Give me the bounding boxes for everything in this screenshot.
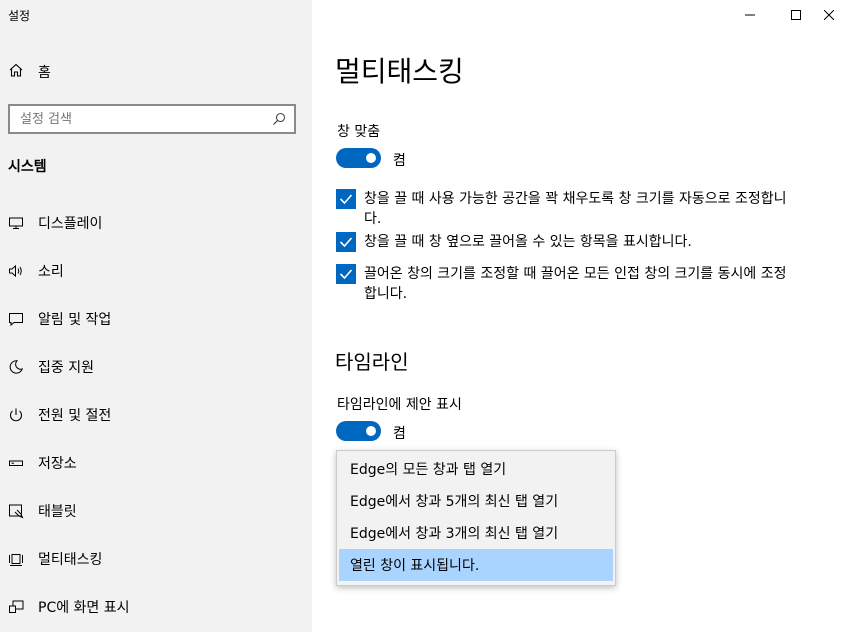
sidebar-item-label: 소리 bbox=[38, 264, 64, 280]
sidebar: 설정 홈 시스템 디스플레이 소리 알림 및 작업 집중 지원 bbox=[0, 0, 312, 632]
app-title: 설정 bbox=[8, 9, 31, 23]
sidebar-item-label: PC에 화면 표시 bbox=[38, 600, 130, 616]
edge-tabs-dropdown[interactable]: Edge의 모든 창과 탭 열기 Edge에서 창과 5개의 최신 탭 열기 E… bbox=[336, 450, 616, 586]
sidebar-item-label: 전원 및 절전 bbox=[38, 408, 112, 424]
sidebar-item-label: 저장소 bbox=[38, 456, 77, 472]
page-title: 멀티태스킹 bbox=[335, 55, 464, 88]
sidebar-section-title: 시스템 bbox=[8, 159, 47, 175]
timeline-toggle[interactable] bbox=[336, 421, 381, 441]
dropdown-option[interactable]: Edge에서 창과 3개의 최신 탭 열기 bbox=[339, 517, 613, 549]
sidebar-item-label: 알림 및 작업 bbox=[38, 312, 112, 328]
snap-toggle-state: 켬 bbox=[393, 153, 406, 169]
timeline-toggle-state: 켬 bbox=[393, 426, 406, 442]
timeline-label: 타임라인에 제안 표시 bbox=[337, 397, 462, 413]
snap-option-checkbox[interactable] bbox=[336, 189, 356, 209]
sidebar-item-label: 멀티태스킹 bbox=[38, 552, 103, 568]
snap-toggle[interactable] bbox=[336, 148, 381, 168]
notification-icon bbox=[8, 311, 24, 327]
moon-icon bbox=[8, 359, 24, 375]
maximize-icon bbox=[791, 10, 801, 20]
search-box[interactable] bbox=[8, 104, 296, 134]
snap-option-text: 창을 끌 때 사용 가능한 공간을 꽉 채우도록 창 크기를 자동으로 조정합니… bbox=[364, 191, 787, 227]
sidebar-item-focus-assist[interactable]: 집중 지원 bbox=[0, 347, 312, 387]
sidebar-item-label: 디스플레이 bbox=[38, 216, 103, 232]
sidebar-item-label: 집중 지원 bbox=[38, 360, 94, 376]
checkmark-icon bbox=[339, 237, 353, 248]
storage-icon bbox=[8, 455, 24, 471]
search-input[interactable] bbox=[10, 106, 260, 132]
snap-option-row[interactable]: 끌어온 창의 크기를 조정할 때 끌어온 모든 인접 창의 크기를 동시에 조정… bbox=[336, 264, 796, 304]
dropdown-option-selected[interactable]: 열린 창이 표시됩니다. bbox=[339, 549, 613, 581]
snap-option-text: 창을 끌 때 창 옆으로 끌어올 수 있는 항목을 표시합니다. bbox=[364, 234, 692, 250]
timeline-title: 타임라인 bbox=[335, 350, 409, 374]
sidebar-item-project[interactable]: PC에 화면 표시 bbox=[0, 587, 312, 627]
close-button[interactable] bbox=[806, 0, 852, 30]
dropdown-option[interactable]: Edge에서 창과 5개의 최신 탭 열기 bbox=[339, 485, 613, 517]
snap-option-text: 끌어온 창의 크기를 조정할 때 끌어온 모든 인접 창의 크기를 동시에 조정… bbox=[364, 266, 787, 302]
snap-option-row[interactable]: 창을 끌 때 창 옆으로 끌어올 수 있는 항목을 표시합니다. bbox=[336, 232, 796, 252]
sidebar-item-tablet[interactable]: 태블릿 bbox=[0, 491, 312, 531]
sidebar-item-label: 태블릿 bbox=[38, 504, 77, 520]
home-icon bbox=[8, 62, 24, 82]
sidebar-home[interactable]: 홈 bbox=[8, 60, 51, 84]
tablet-icon bbox=[8, 503, 24, 519]
minimize-button[interactable] bbox=[727, 0, 773, 30]
sidebar-item-sound[interactable]: 소리 bbox=[0, 251, 312, 291]
sidebar-item-display[interactable]: 디스플레이 bbox=[0, 203, 312, 243]
snap-option-checkbox[interactable] bbox=[336, 264, 356, 284]
power-icon bbox=[8, 407, 24, 423]
snap-option-row[interactable]: 창을 끌 때 사용 가능한 공간을 꽉 채우도록 창 크기를 자동으로 조정합니… bbox=[336, 189, 796, 229]
snap-option-checkbox[interactable] bbox=[336, 232, 356, 252]
home-label: 홈 bbox=[38, 65, 51, 81]
search-icon[interactable] bbox=[272, 111, 286, 125]
sidebar-item-notifications[interactable]: 알림 및 작업 bbox=[0, 299, 312, 339]
close-icon bbox=[824, 10, 834, 20]
display-icon bbox=[8, 215, 24, 231]
speaker-icon bbox=[8, 263, 24, 279]
project-icon bbox=[8, 599, 24, 615]
snap-label: 창 맞춤 bbox=[337, 124, 381, 140]
sidebar-item-multitasking[interactable]: 멀티태스킹 bbox=[0, 539, 312, 579]
dropdown-option[interactable]: Edge의 모든 창과 탭 열기 bbox=[339, 453, 613, 485]
checkmark-icon bbox=[339, 194, 353, 205]
multitasking-icon bbox=[8, 551, 24, 567]
sidebar-item-storage[interactable]: 저장소 bbox=[0, 443, 312, 483]
sidebar-item-power[interactable]: 전원 및 절전 bbox=[0, 395, 312, 435]
checkmark-icon bbox=[339, 269, 353, 280]
minimize-icon bbox=[745, 14, 755, 16]
